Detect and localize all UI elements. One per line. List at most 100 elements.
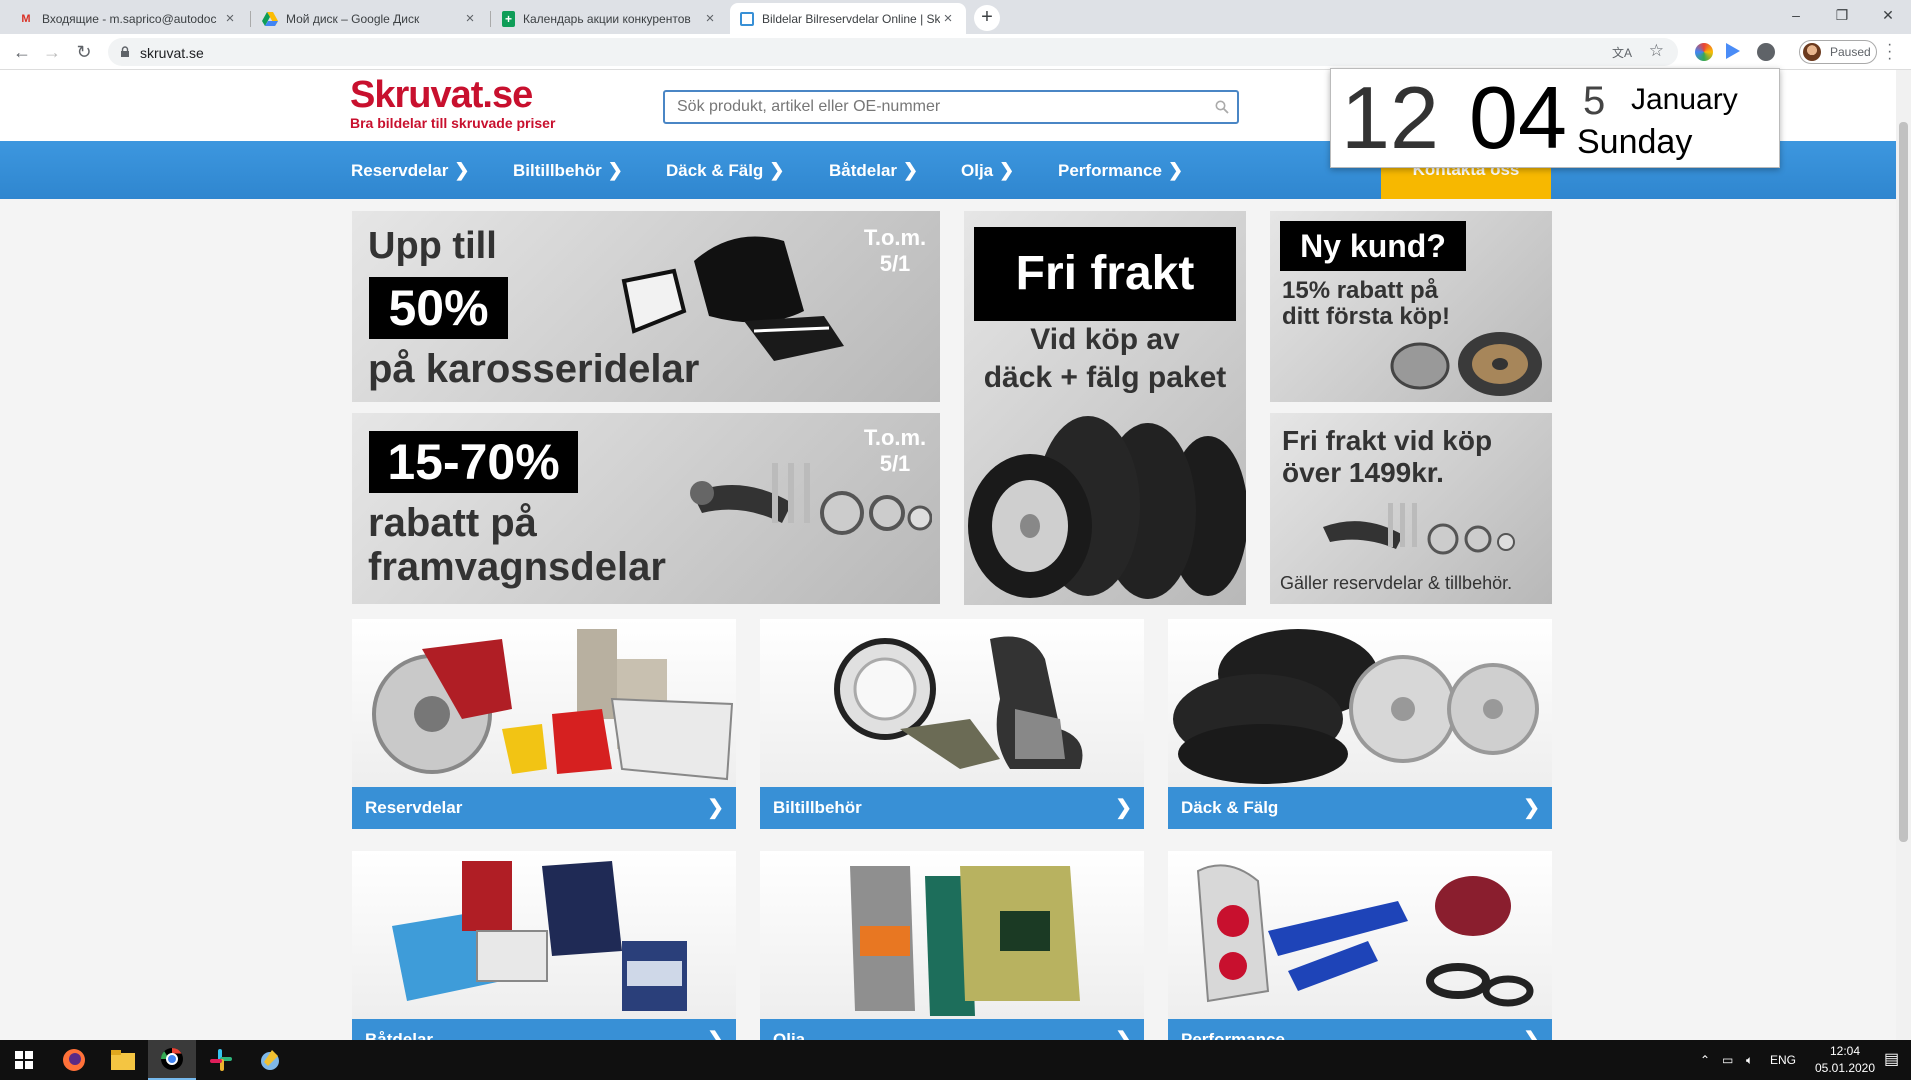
category-performance[interactable]: Performance ❯ xyxy=(1168,851,1552,1040)
firefox-icon[interactable] xyxy=(50,1040,98,1080)
tab-title: Мой диск – Google Диск xyxy=(286,11,420,26)
close-icon[interactable]: × xyxy=(462,10,478,27)
banner-text: över 1499kr. xyxy=(1282,457,1444,488)
banner-text: 15% rabatt på xyxy=(1282,277,1439,304)
scrollbar-thumb[interactable] xyxy=(1899,122,1908,842)
nav-dack-falg[interactable]: Däck & Fälg ❯ xyxy=(666,141,784,199)
nav-biltillbehor[interactable]: Biltillbehör ❯ xyxy=(513,141,623,199)
clock-day: 5 xyxy=(1583,79,1606,123)
forward-icon[interactable]: → xyxy=(40,40,64,64)
tom-label: T.o.m. xyxy=(863,425,927,450)
url-text: skruvat.se xyxy=(140,45,204,61)
nav-reservdelar[interactable]: Reservdelar ❯ xyxy=(351,141,469,199)
close-icon[interactable]: × xyxy=(940,10,956,27)
nav-label: Biltillbehör xyxy=(513,161,602,180)
close-icon[interactable]: × xyxy=(702,10,718,27)
tab-title: Календарь акции конкурентов xyxy=(523,11,691,26)
slack-icon[interactable] xyxy=(197,1040,245,1080)
banner-date: T.o.m. 5/1 xyxy=(860,225,930,277)
extension-play-icon[interactable] xyxy=(1726,43,1740,59)
windows-start-icon[interactable] xyxy=(0,1040,48,1080)
nav-label: Båtdelar xyxy=(829,161,898,180)
network-icon[interactable]: ▭ xyxy=(1722,1040,1733,1080)
nav-performance[interactable]: Performance ❯ xyxy=(1058,141,1183,199)
address-bar[interactable]: skruvat.se 文A ☆ xyxy=(108,38,1678,66)
clock-month: January xyxy=(1631,83,1738,116)
browser-toolbar: ← → ↻ skruvat.se 文A ☆ xyxy=(0,34,1911,70)
tom-label: T.o.m. xyxy=(863,225,927,250)
clock-hour: 12 xyxy=(1341,68,1439,167)
chevron-right-icon: ❯ xyxy=(707,797,724,819)
back-icon[interactable]: ← xyxy=(10,40,34,64)
promo-banner-fri-frakt-dack[interactable]: Fri frakt Vid köp av däck + fälg paket xyxy=(964,211,1246,605)
logo-name: Skruvat.se xyxy=(350,74,533,116)
site-logo[interactable]: Skruvat.se Bra bildelar till skruvade pr… xyxy=(350,76,555,130)
category-biltillbehor[interactable]: Biltillbehör ❯ xyxy=(760,619,1144,829)
file-explorer-icon[interactable] xyxy=(99,1040,147,1080)
promo-banner-fri-frakt-1499[interactable]: Fri frakt vid köp över 1499kr. Gäller re… xyxy=(1270,413,1552,604)
paint-app-icon[interactable] xyxy=(246,1040,294,1080)
skruvat-favicon xyxy=(740,11,754,26)
chevron-right-icon: ❯ xyxy=(769,160,785,180)
category-olja[interactable]: Olja ❯ xyxy=(760,851,1144,1040)
promo-banner-karosseridelar[interactable]: Upp till 50% på karosseridelar T.o.m. 5/1 xyxy=(352,211,940,402)
category-bar: Båtdelar ❯ xyxy=(352,1019,736,1040)
minimize-icon[interactable]: – xyxy=(1773,0,1819,34)
tab-gmail[interactable]: M Входящие - m.saprico@autodoc × xyxy=(8,3,248,34)
reload-icon[interactable]: ↻ xyxy=(72,40,96,64)
google-sheets-icon: + xyxy=(502,10,515,27)
banner-text: Upp till xyxy=(368,225,497,267)
translate-icon[interactable]: 文A xyxy=(1612,44,1632,61)
profile-button[interactable]: Paused xyxy=(1799,40,1877,64)
search-input[interactable] xyxy=(665,92,1195,122)
tray-overflow-icon[interactable]: ⌃ xyxy=(1700,1040,1710,1080)
nav-batdelar[interactable]: Båtdelar ❯ xyxy=(829,141,918,199)
close-icon[interactable]: × xyxy=(222,10,238,27)
chevron-right-icon: ❯ xyxy=(707,1029,724,1040)
search-icon[interactable] xyxy=(1215,100,1229,114)
suspension-parts-image xyxy=(690,463,932,535)
tab-separator xyxy=(490,11,491,27)
nav-label: Reservdelar xyxy=(351,161,449,180)
browser-menu-icon[interactable]: · · · xyxy=(1887,37,1892,67)
tab-google-sheets[interactable]: + Календарь акции конкурентов × xyxy=(492,3,728,34)
windows-taskbar: ⌃ ▭ 🔈︎ ENG 12:04 05.01.2020 ▤ xyxy=(0,1040,1911,1080)
volume-icon[interactable]: 🔈︎ xyxy=(1746,1040,1753,1080)
tab-google-drive[interactable]: Мой диск – Google Диск × xyxy=(252,3,488,34)
notifications-icon[interactable]: ▤ xyxy=(1884,1040,1899,1080)
category-reservdelar[interactable]: Reservdelar ❯ xyxy=(352,619,736,829)
restore-icon[interactable]: ❐ xyxy=(1819,0,1865,34)
promo-banner-ny-kund[interactable]: Ny kund? 15% rabatt på ditt första köp! xyxy=(1270,211,1552,402)
chevron-right-icon: ❯ xyxy=(903,160,919,180)
chevron-right-icon: ❯ xyxy=(1167,160,1184,180)
category-image xyxy=(352,619,736,787)
chrome-icon[interactable] xyxy=(148,1040,196,1080)
new-tab-button[interactable]: + xyxy=(974,5,1000,31)
category-dack-falg[interactable]: Däck & Fälg ❯ xyxy=(1168,619,1552,829)
language-indicator[interactable]: ENG xyxy=(1770,1040,1796,1080)
promo-banner-framvagnsdelar[interactable]: 15-70% rabatt på framvagnsdelar T.o.m. 5/… xyxy=(352,413,940,604)
category-batdelar[interactable]: Båtdelar ❯ xyxy=(352,851,736,1040)
category-bar: Reservdelar ❯ xyxy=(352,787,736,829)
extension-color-icon[interactable] xyxy=(1695,43,1713,61)
desktop-clock-widget: 12 04 5 January Sunday xyxy=(1330,68,1780,168)
nav-olja[interactable]: Olja ❯ xyxy=(961,141,1014,199)
category-label: Däck & Fälg xyxy=(1181,798,1279,817)
banner-highlight: 50% xyxy=(369,277,508,339)
banner-highlight: Fri frakt xyxy=(974,227,1236,321)
taskbar-clock[interactable]: 12:04 05.01.2020 xyxy=(1810,1043,1880,1077)
chevron-right-icon: ❯ xyxy=(1115,797,1132,819)
chevron-right-icon: ❯ xyxy=(1115,1029,1132,1040)
bookmark-star-icon[interactable]: ☆ xyxy=(1649,41,1664,61)
suspension-parts-image xyxy=(1323,503,1515,555)
page-scrollbar[interactable] xyxy=(1896,70,1911,1040)
tab-skruvat[interactable]: Bildelar Bilreservdelar Online | Sk × xyxy=(730,3,966,34)
logo-tagline: Bra bildelar till skruvade priser xyxy=(350,115,556,131)
tom-date: 5/1 xyxy=(879,251,911,276)
close-window-icon[interactable]: ✕ xyxy=(1865,0,1911,34)
category-image xyxy=(1168,851,1552,1019)
tab-strip: M Входящие - m.saprico@autodoc × Мой дис… xyxy=(0,0,1911,34)
category-bar: Olja ❯ xyxy=(760,1019,1144,1040)
extension-clock-icon[interactable] xyxy=(1757,43,1775,61)
car-mirror-image xyxy=(621,236,844,361)
